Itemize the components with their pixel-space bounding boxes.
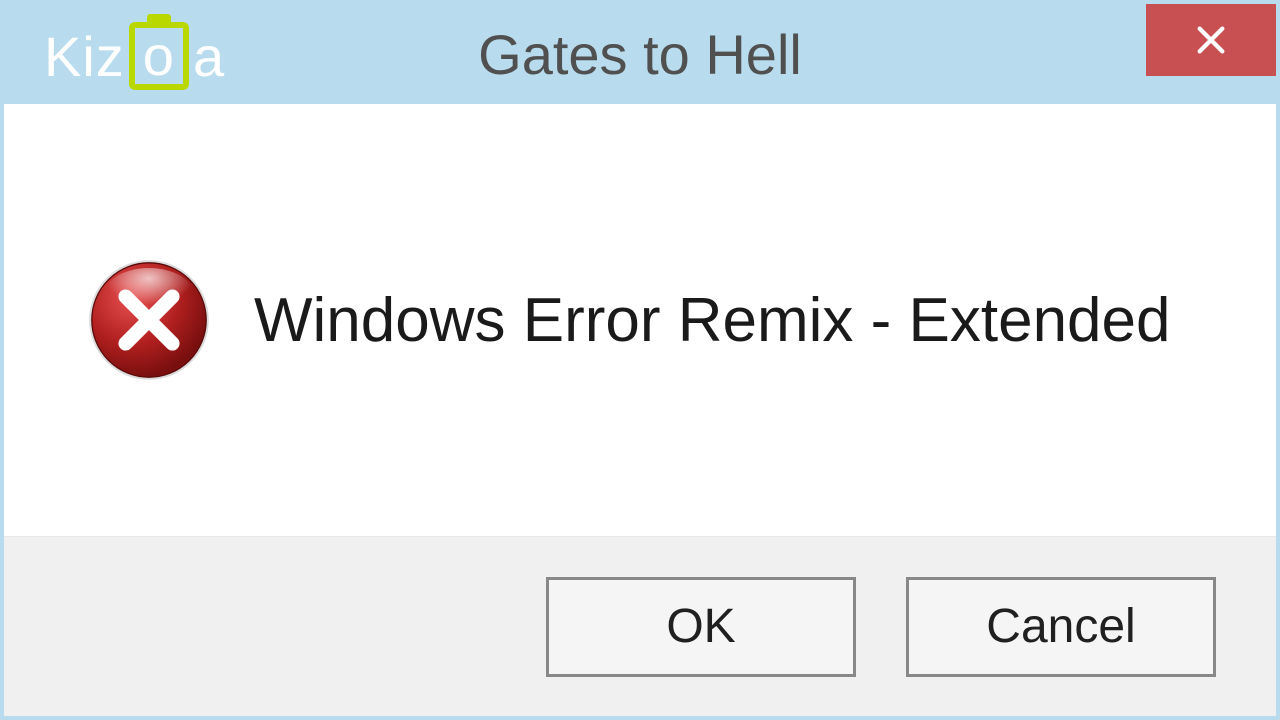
titlebar: Kiz o a Gates to Hell [4,4,1276,104]
watermark-text-pre: Kiz [44,24,125,89]
watermark-logo: Kiz o a [44,22,225,90]
cancel-button[interactable]: Cancel [906,577,1216,677]
error-icon [84,255,214,385]
close-icon [1194,23,1228,57]
content-area: Windows Error Remix - Extended [4,104,1276,536]
close-button[interactable] [1146,4,1276,76]
button-row: OK Cancel [4,536,1276,716]
message-text: Windows Error Remix - Extended [254,285,1171,356]
ok-button[interactable]: OK [546,577,856,677]
window-title: Gates to Hell [478,22,802,87]
camera-icon: o [129,22,189,90]
watermark-text-mid: o [143,28,175,84]
dialog-window: Kiz o a Gates to Hell [0,0,1280,720]
watermark-text-post: a [193,24,225,89]
